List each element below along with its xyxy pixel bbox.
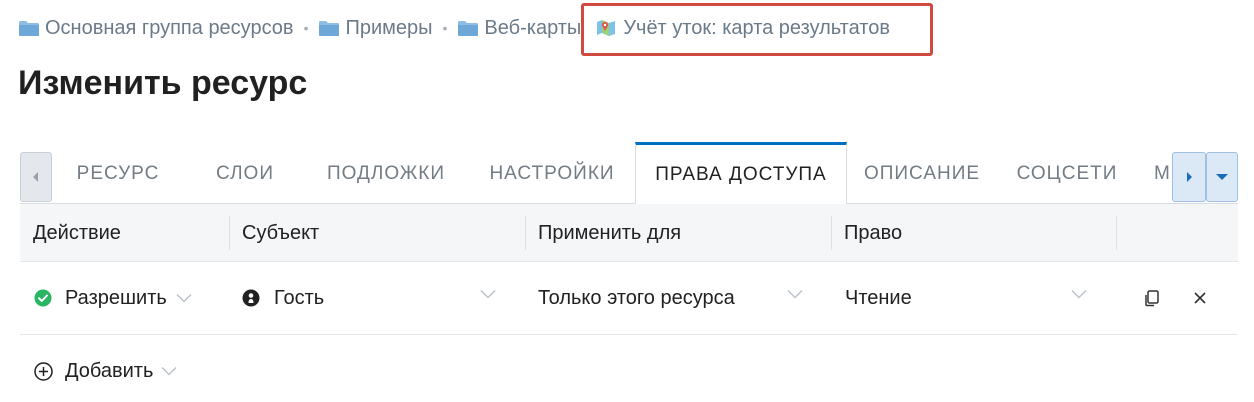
- tab-scroll-right-button[interactable]: [1172, 152, 1206, 202]
- table-row: Разрешить Гость Только этого ресурса Чте…: [20, 262, 1238, 335]
- page-title: Изменить ресурс: [18, 64, 308, 102]
- breadcrumb-label: Веб-карты: [484, 16, 582, 39]
- tab-clipped-wrapper: М: [1150, 143, 1172, 204]
- breadcrumb-item-examples[interactable]: Примеры: [318, 16, 433, 40]
- breadcrumb-current-label: Учёт уток: карта результатов: [623, 16, 890, 39]
- breadcrumb-label: Примеры: [345, 16, 433, 39]
- subject-value: Гость: [274, 286, 325, 309]
- close-icon: [1194, 292, 1206, 304]
- chevron-down-icon: [176, 293, 192, 303]
- user-icon: [242, 289, 260, 307]
- chevron-down-icon: [161, 366, 177, 376]
- tab-scroll-left-button[interactable]: [20, 152, 52, 202]
- folder-icon: [457, 20, 479, 36]
- tab-description[interactable]: ОПИСАНИЕ: [856, 143, 988, 204]
- table-header: Действие Субъект Применить для Право: [20, 204, 1238, 262]
- map-icon: [595, 18, 617, 38]
- column-header-subject: Субъект: [242, 221, 320, 244]
- chevron-down-icon[interactable]: [1071, 289, 1087, 299]
- remove-button[interactable]: [1188, 286, 1212, 310]
- folder-icon: [18, 20, 40, 36]
- tab-menu-button[interactable]: [1206, 152, 1238, 202]
- tab-basemaps[interactable]: ПОДЛОЖКИ: [316, 143, 456, 204]
- tab-resource[interactable]: РЕСУРС: [58, 143, 178, 204]
- tab-settings[interactable]: НАСТРОЙКИ: [472, 143, 632, 204]
- plus-circle-icon: [34, 361, 53, 381]
- breadcrumb-item-webmaps[interactable]: Веб-карты: [457, 17, 581, 40]
- chevron-down-icon[interactable]: [787, 289, 803, 299]
- breadcrumb-current-resource[interactable]: Учёт уток: карта результатов: [581, 3, 933, 56]
- permission-select[interactable]: Чтение: [845, 262, 1067, 334]
- tab-clipped[interactable]: М: [1154, 143, 1172, 204]
- column-divider: [1116, 216, 1117, 250]
- permissions-table: Действие Субъект Применить для Право Раз…: [20, 204, 1238, 335]
- tab-social[interactable]: СОЦСЕТИ: [1004, 143, 1130, 204]
- breadcrumb: Основная группа ресурсов • Примеры • Веб…: [18, 3, 933, 56]
- breadcrumb-label: Основная группа ресурсов: [45, 16, 294, 39]
- chevron-down-icon[interactable]: [480, 289, 496, 299]
- breadcrumb-item-main-group[interactable]: Основная группа ресурсов: [18, 17, 294, 40]
- column-header-action: Действие: [33, 221, 121, 244]
- caret-down-icon: [1216, 174, 1228, 180]
- tab-bar: РЕСУРС СЛОИ ПОДЛОЖКИ НАСТРОЙКИ ПРАВА ДОС…: [20, 142, 1238, 204]
- action-value: Разрешить: [65, 286, 167, 309]
- permission-value: Чтение: [845, 286, 912, 309]
- caret-right-icon: [1187, 172, 1192, 182]
- apply-to-select[interactable]: Только этого ресурса: [538, 262, 802, 334]
- breadcrumb-separator: •: [303, 20, 309, 36]
- subject-select[interactable]: Гость: [242, 262, 500, 334]
- apply-to-value: Только этого ресурса: [538, 286, 735, 309]
- tab-permissions[interactable]: ПРАВА ДОСТУПА: [635, 142, 847, 204]
- breadcrumb-separator: •: [442, 20, 448, 36]
- check-circle-icon: [34, 289, 52, 307]
- copy-icon: [1145, 290, 1159, 307]
- caret-left-icon: [33, 172, 38, 182]
- column-header-permission: Право: [844, 221, 903, 244]
- add-label: Добавить: [65, 359, 154, 382]
- add-permission-button[interactable]: Добавить: [34, 338, 177, 402]
- folder-icon: [318, 20, 340, 36]
- column-header-apply-to: Применить для: [538, 221, 682, 244]
- duplicate-button[interactable]: [1140, 286, 1164, 310]
- tab-layers[interactable]: СЛОИ: [190, 143, 300, 204]
- action-select[interactable]: Разрешить: [34, 262, 224, 334]
